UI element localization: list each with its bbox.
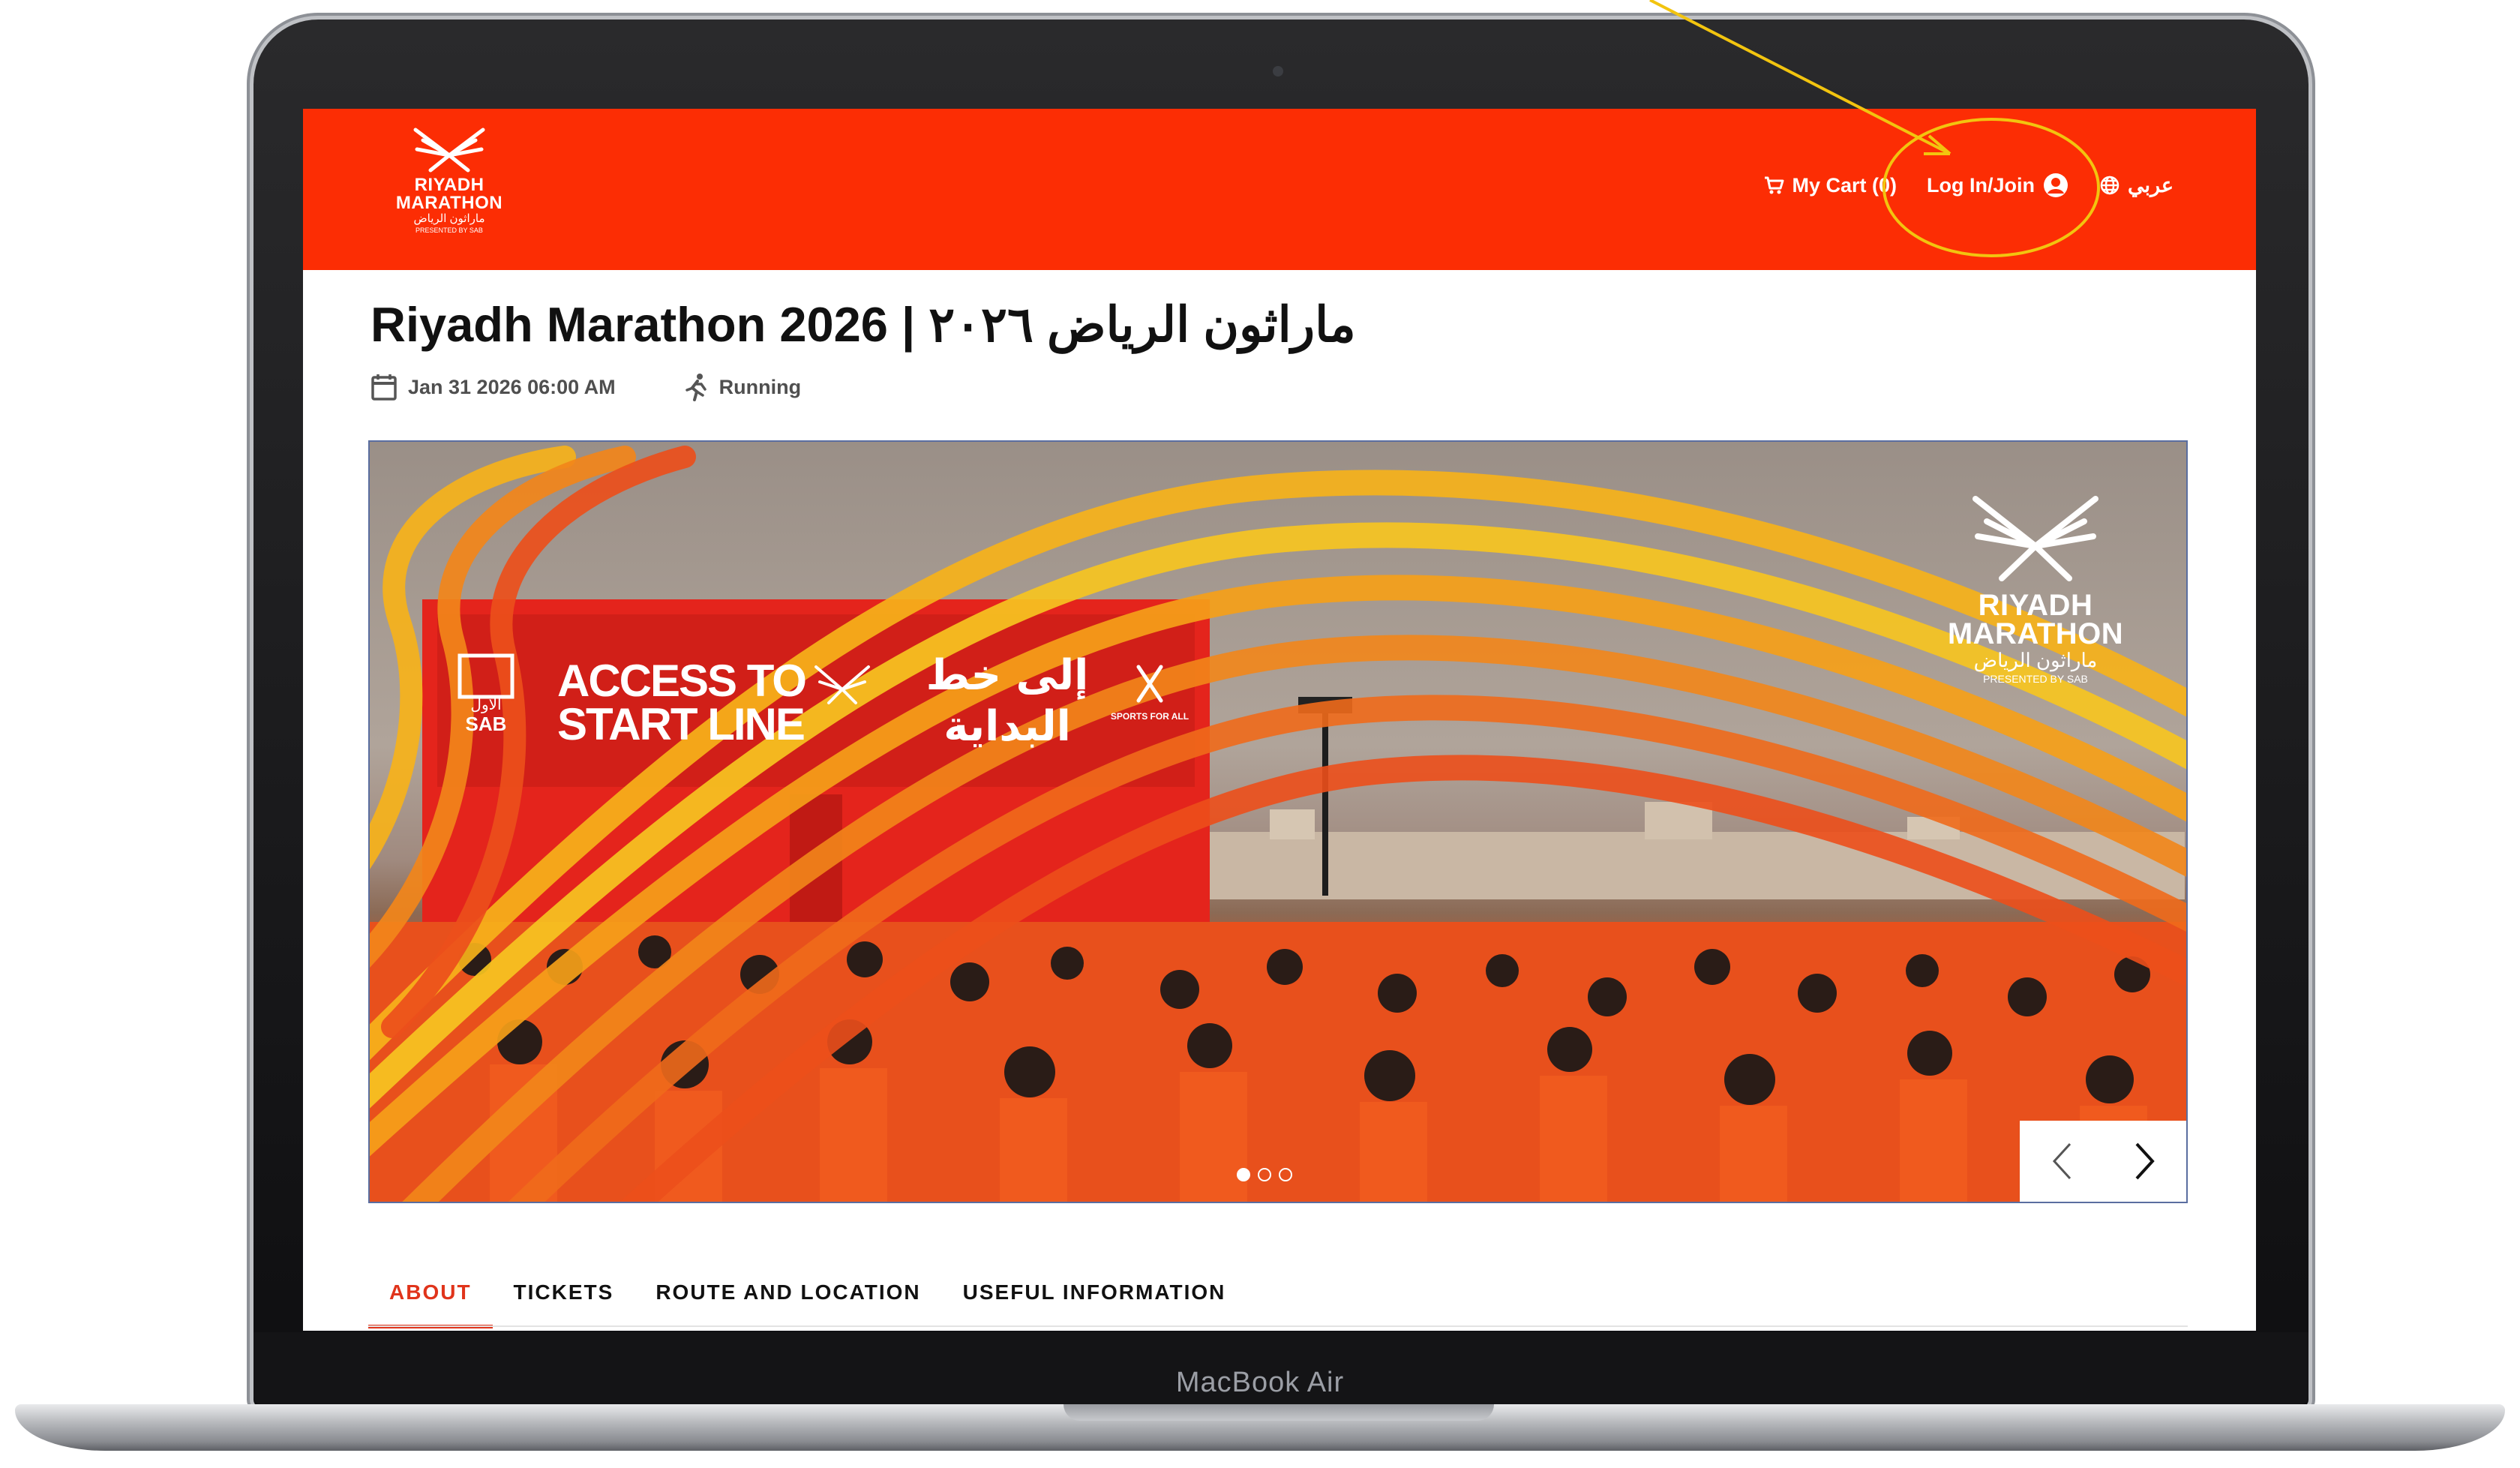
event-category: Running [683,373,801,401]
cart-link[interactable]: My Cart (0) [1763,174,1897,197]
site-logo[interactable]: RIYADH MARATHON ماراثون الرياض PRESENTED… [378,124,520,259]
page-title: Riyadh Marathon 2026 | ماراثون الرياض ٢٠… [370,297,1356,352]
tab-tickets[interactable]: TICKETS [493,1256,635,1328]
event-date: Jan 31 2026 06:00 AM [370,373,616,401]
chevron-right-icon [2135,1142,2155,1180]
gate-line1: ACCESS TO [557,656,807,706]
gate-line2: START LINE [557,699,806,749]
carousel-dot-2[interactable] [1258,1168,1271,1181]
user-icon [2043,173,2068,197]
gate-arabic-1: إلى خط [926,651,1089,700]
gate-sponsor: SAB [466,713,507,735]
event-category-text: Running [718,375,802,398]
logo-line2: MARATHON [395,193,503,213]
login-label: Log In/Join [1926,173,2035,197]
camera [1273,66,1283,77]
cart-label: My Cart (0) [1792,173,1897,197]
hero-logo-burst-icon [1972,496,2098,581]
hero-image: إلى خط البداية SAB الأول SPORTS FOR ALL [370,446,2186,1202]
carousel-dot-3[interactable] [1279,1168,1292,1181]
carousel-next-button[interactable] [2103,1121,2186,1202]
header-nav: My Cart (0) Log In/Join عربي [1763,163,2174,208]
globe-icon [2100,176,2120,195]
browser-screen: RIYADH MARATHON ماراثون الرياض PRESENTED… [303,109,2256,1331]
carousel-prev-button[interactable] [2020,1121,2103,1202]
language-switch[interactable]: عربي [2099,174,2174,197]
hero-logo: RIYADH MARATHON ماراثون الرياض PRESENTED… [1927,490,2144,686]
tab-route-and-location[interactable]: ROUTE AND LOCATION [634,1256,941,1328]
logo-line1: RIYADH [414,175,484,195]
hero-logo-line1: RIYADH [1978,589,2093,622]
event-meta: Jan 31 2026 06:00 AM Running [370,373,801,401]
carousel-dots [1237,1168,1292,1181]
gate-sports: SPORTS FOR ALL [1111,711,1189,722]
hero-logo-arabic: ماراثون الرياض [1973,649,2098,671]
tabs-divider [368,1325,2188,1327]
runner-icon [685,374,706,401]
hero-logo-line2: MARATHON [1947,617,2124,650]
logo-arabic: ماراثون الرياض [413,212,485,225]
logo-presented: PRESENTED BY SAB [416,227,483,234]
device-label: MacBook Air [1175,1367,1345,1398]
carousel-dot-1[interactable] [1237,1168,1250,1181]
gate-sponsor-ar: الأول [470,695,501,713]
chevron-left-icon [2052,1142,2071,1180]
hero-logo-presented: PRESENTED BY SAB [1983,673,2088,685]
login-link[interactable]: Log In/Join [1927,172,2069,199]
hinge-notch [1064,1404,1494,1421]
logo-burst-icon [413,128,485,173]
event-date-text: Jan 31 2026 06:00 AM [408,375,616,398]
language-label: عربي [2127,173,2174,197]
calendar-icon [371,374,397,401]
tab-about[interactable]: ABOUT [368,1256,493,1328]
gate-arabic-2: البداية [944,702,1071,751]
event-tabs: ABOUT TICKETS ROUTE AND LOCATION USEFUL … [368,1256,1246,1328]
gate-headline: ACCESS TO START LINE [557,656,807,749]
tab-useful-information[interactable]: USEFUL INFORMATION [942,1256,1247,1328]
hero-carousel[interactable]: إلى خط البداية SAB الأول SPORTS FOR ALL … [368,440,2188,1203]
cart-icon [1765,176,1784,194]
carousel-controls [2020,1121,2186,1202]
site-header: RIYADH MARATHON ماراثون الرياض PRESENTED… [303,109,2256,270]
